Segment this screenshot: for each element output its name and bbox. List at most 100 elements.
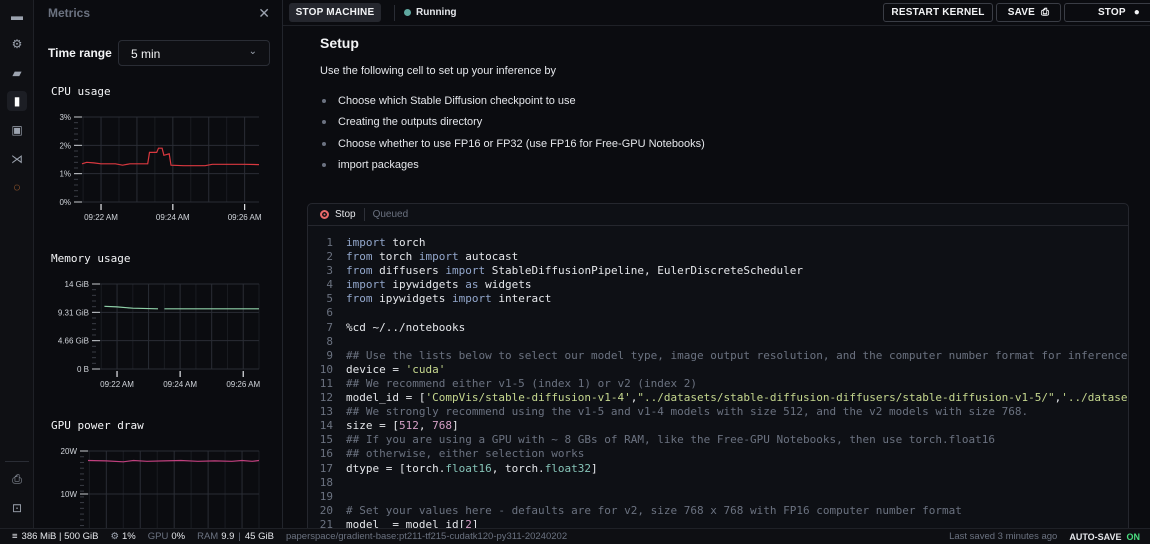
code-token: ] bbox=[591, 461, 598, 475]
code-token: %cd ~/../notebooks bbox=[346, 320, 466, 334]
chart-title: CPU usage bbox=[51, 85, 111, 98]
code-token: float16 bbox=[445, 461, 492, 475]
code-token: , bbox=[1054, 391, 1062, 405]
ram-usage: 9.9 bbox=[221, 531, 235, 542]
code-line: 4 import ipywidgets as widgets bbox=[308, 278, 1128, 292]
code-token: widgets bbox=[478, 278, 532, 292]
container-image: paperspace/gradient-base:pt211-tf215-cud… bbox=[285, 531, 568, 542]
time-range-label: Time range bbox=[48, 46, 112, 60]
gpu-usage: 0% bbox=[171, 531, 186, 542]
line-number: 3 bbox=[326, 264, 333, 278]
y-tick-label: 10W bbox=[61, 490, 78, 499]
memory-chart: 0 B 4.66 GiB 9.31 GiB 14 GiB 09:22 AM 09:24 A… bbox=[58, 280, 261, 389]
status-bar: ≡ 386 MiB | 500 GiB ⚙ 1% GPU 0% RAM 9.9 … bbox=[0, 528, 1150, 544]
notebook-area: Setup Use the following cell to set up y… bbox=[283, 26, 1150, 528]
autosave-label[interactable]: AUTO-SAVE bbox=[1069, 532, 1121, 542]
line-number: 14 bbox=[319, 419, 333, 433]
chip-icon[interactable]: ⚙ bbox=[7, 34, 27, 54]
cell-stop-button[interactable]: Stop bbox=[335, 209, 356, 220]
terminal-icon[interactable]: ▣ bbox=[7, 120, 27, 140]
code-token: interact bbox=[491, 292, 552, 306]
file-search-icon[interactable]: ⎙ bbox=[7, 469, 27, 489]
activity-rail: ▬ ⚙ ▰ ▮ ▣ ⋊ ◌ ⎙ ⊡ bbox=[0, 0, 34, 528]
code-token: "../datasets/stable-diffusion-diffusers/… bbox=[637, 391, 1055, 405]
line-number: 21 bbox=[319, 517, 333, 528]
metrics-panel: Metrics ✕ Time range 5 min ⌄ CPU usage 0%… bbox=[34, 0, 283, 528]
x-tick-label: 09:24 AM bbox=[163, 380, 197, 389]
line-number: 5 bbox=[326, 292, 333, 306]
code-line: 11 ## We recommend either v1-5 (index 1) … bbox=[308, 377, 1128, 391]
y-tick-label: 0% bbox=[59, 198, 71, 207]
folder-icon[interactable]: ▬ bbox=[7, 6, 27, 26]
code-line: 15 ## If you are using a GPU with ~ 8 GBs… bbox=[308, 433, 1128, 447]
line-number: 17 bbox=[319, 461, 333, 475]
y-tick-label: 4.66 GiB bbox=[58, 337, 89, 346]
cpu-chart: 0% 1% 2% 3% 09:22 AM 09:24 AM 09:26 AM bbox=[59, 113, 262, 222]
stop-icon[interactable] bbox=[320, 210, 329, 219]
code-token: ] bbox=[471, 517, 479, 528]
code-line: 14 size = [512, 768] bbox=[308, 419, 1128, 433]
code-token: ## We strongly recommend using the v1-5 … bbox=[346, 405, 1029, 419]
intro-text: Use the following cell to set up your in… bbox=[320, 65, 557, 77]
y-tick-label: 14 GiB bbox=[65, 280, 89, 289]
code-token: diffusers bbox=[372, 264, 446, 278]
code-line: 8 bbox=[308, 335, 1128, 349]
code-token: StableDiffusionPipeline, EulerDiscreteSc… bbox=[485, 264, 803, 278]
close-icon[interactable]: ✕ bbox=[258, 5, 270, 22]
list-item: Choose whether to use FP16 or FP32 (use … bbox=[320, 138, 705, 159]
line-number: 19 bbox=[319, 489, 333, 503]
autosave-toggle[interactable]: ON bbox=[1127, 532, 1141, 542]
code-line: 20 # Set your values here - defaults are … bbox=[308, 504, 1128, 518]
code-token: import bbox=[451, 292, 492, 306]
code-token: from bbox=[346, 264, 373, 278]
code-token: 512 bbox=[398, 419, 419, 433]
storage-icon[interactable]: ▰ bbox=[7, 63, 27, 83]
series-line bbox=[104, 305, 259, 310]
time-range-select[interactable]: 5 min ⌄ bbox=[118, 40, 270, 66]
code-token: as bbox=[465, 278, 479, 292]
ram-total: 45 GiB bbox=[244, 531, 274, 542]
image-search-icon[interactable]: ⊡ bbox=[7, 498, 27, 518]
cell-header: Stop Queued bbox=[308, 204, 1128, 226]
stop-label: STOP bbox=[1097, 7, 1126, 18]
code-line: 12 model_id = ['CompVis/stable-diffusion-… bbox=[308, 391, 1128, 405]
code-token: 'cuda' bbox=[405, 362, 446, 376]
x-tick-label: 09:22 AM bbox=[100, 380, 134, 389]
code-token: import bbox=[418, 250, 459, 264]
code-cell[interactable]: Stop Queued 1 import torch 2 from torch imp… bbox=[307, 203, 1129, 528]
code-token: import bbox=[346, 236, 386, 249]
code-line: 1 import torch bbox=[308, 236, 1128, 250]
top-toolbar: STOP MACHINE Running RESTART KERNEL SAVE… bbox=[283, 0, 1150, 26]
code-token: 2 bbox=[465, 517, 472, 528]
stop-button[interactable]: STOP ● bbox=[1064, 3, 1150, 22]
metrics-icon[interactable]: ▮ bbox=[7, 91, 27, 111]
jupyter-icon[interactable]: ◌ bbox=[7, 177, 27, 197]
list-item: import packages bbox=[320, 159, 705, 180]
section-heading: Setup bbox=[320, 35, 359, 51]
x-tick-label: 09:26 AM bbox=[228, 213, 262, 222]
line-number: 1 bbox=[326, 236, 333, 249]
save-button[interactable]: SAVE ⎙ bbox=[996, 3, 1061, 22]
line-number: 11 bbox=[319, 376, 333, 390]
series-line bbox=[81, 147, 260, 167]
code-line: 21 model_ = model_id[2] bbox=[308, 518, 1128, 528]
code-token: ## Use the lists below to select our mod… bbox=[346, 348, 1128, 362]
y-tick-label: 0 B bbox=[77, 365, 89, 374]
list-item: Creating the outputs directory bbox=[320, 116, 705, 137]
line-number: 9 bbox=[326, 348, 333, 362]
line-number: 12 bbox=[319, 391, 333, 405]
status-dot bbox=[404, 9, 411, 16]
stop-machine-button[interactable]: STOP MACHINE bbox=[289, 3, 381, 22]
divider bbox=[363, 208, 365, 221]
y-tick-label: 9.31 GiB bbox=[58, 308, 89, 317]
code-editor[interactable]: 1 import torch 2 from torch import autocast… bbox=[308, 236, 1128, 528]
code-token: from bbox=[346, 250, 373, 264]
code-token: torch bbox=[385, 236, 426, 249]
code-token: device = bbox=[346, 362, 406, 376]
time-range-value: 5 min bbox=[131, 47, 161, 61]
code-token: float32 bbox=[544, 461, 592, 475]
line-number: 20 bbox=[319, 503, 333, 517]
restart-kernel-button[interactable]: RESTART KERNEL bbox=[883, 3, 993, 22]
vscode-icon[interactable]: ⋊ bbox=[7, 149, 27, 169]
code-token: autocast bbox=[458, 250, 519, 264]
